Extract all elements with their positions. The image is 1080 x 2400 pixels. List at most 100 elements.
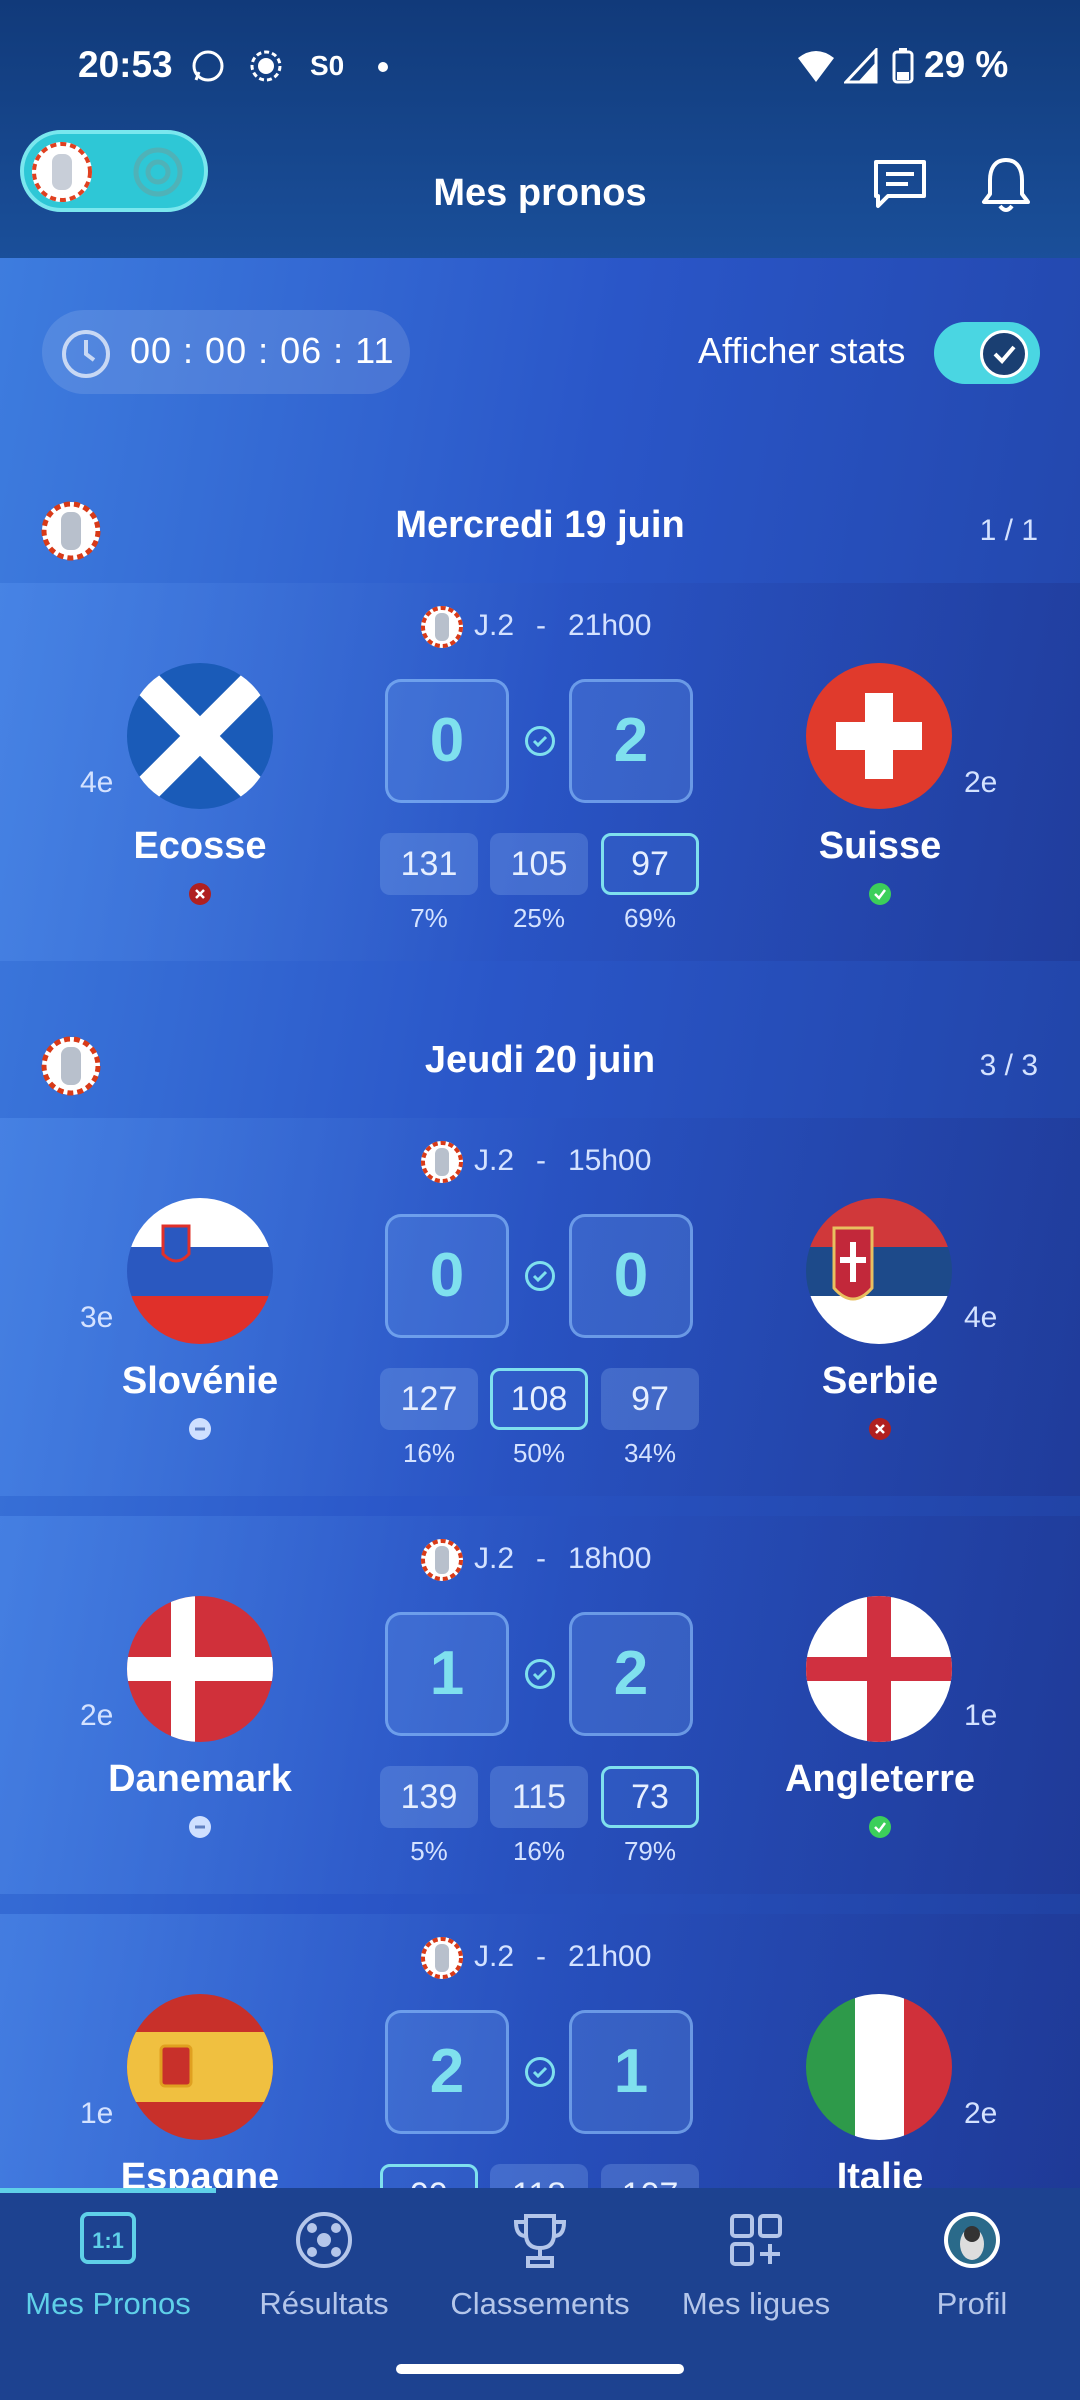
trophy-icon bbox=[513, 2214, 567, 2268]
match-round: J.2 bbox=[474, 1542, 515, 1575]
euro-trophy-icon bbox=[420, 605, 464, 649]
nav-label: Profil bbox=[936, 2286, 1008, 2321]
nav-classements[interactable] bbox=[432, 2210, 648, 2275]
away-score-input[interactable]: 0 bbox=[569, 1214, 693, 1338]
toggle-check-icon bbox=[980, 330, 1028, 378]
away-rank: 2e bbox=[964, 766, 998, 799]
nav-label: Mes Pronos bbox=[25, 2286, 191, 2321]
so-notification: S0 bbox=[310, 50, 345, 81]
prono-saved-icon bbox=[525, 726, 555, 756]
nav-mes-ligues[interactable] bbox=[648, 2210, 864, 2275]
odd-box[interactable]: 97 bbox=[601, 833, 699, 895]
match-time: 21h00 bbox=[568, 609, 652, 642]
home-team-name: Ecosse bbox=[133, 825, 267, 867]
battery-percent: 29 % bbox=[924, 44, 1009, 85]
chat-icon[interactable] bbox=[872, 156, 928, 217]
cell-signal-icon bbox=[842, 46, 880, 84]
away-rank: 1e bbox=[964, 1699, 998, 1732]
odd-percent: 34% bbox=[623, 1438, 677, 1468]
match-time: 15h00 bbox=[568, 1144, 652, 1177]
nav-mes-pronos[interactable]: 1:1 bbox=[0, 2210, 216, 2271]
away-flag bbox=[806, 1994, 952, 2140]
home-flag bbox=[127, 1596, 273, 1742]
away-team-name: Angleterre bbox=[784, 1758, 976, 1800]
wifi-icon bbox=[796, 48, 834, 84]
day-header: Mercredi 19 juin 1 / 1 bbox=[0, 490, 1080, 572]
home-score-input[interactable]: 0 bbox=[385, 1214, 509, 1338]
home-indicator[interactable] bbox=[396, 2364, 684, 2374]
timer-value: 00 : 00 : 06 : 11 bbox=[130, 330, 395, 371]
away-flag bbox=[806, 663, 952, 809]
grid-plus-icon bbox=[730, 2214, 782, 2266]
home-rank: 3e bbox=[80, 1301, 114, 1334]
day-title: Jeudi 20 juin bbox=[424, 1039, 656, 1081]
match-separator: - bbox=[536, 609, 546, 642]
euro-trophy-icon bbox=[420, 1936, 464, 1980]
day-count: 1 / 1 bbox=[979, 514, 1038, 547]
odd-box[interactable]: 115 bbox=[490, 1766, 588, 1828]
home-flag bbox=[127, 1994, 273, 2140]
home-team-name: Slovénie bbox=[121, 1360, 279, 1402]
odd-box[interactable]: 73 bbox=[601, 1766, 699, 1828]
odd-percent: 79% bbox=[623, 1836, 677, 1866]
day-count: 3 / 3 bbox=[979, 1049, 1038, 1082]
bell-icon[interactable] bbox=[980, 156, 1032, 219]
odd-box[interactable]: 139 bbox=[380, 1766, 478, 1828]
odd-box[interactable]: 108 bbox=[490, 1368, 588, 1430]
battery-icon bbox=[892, 48, 928, 84]
avatar-icon bbox=[944, 2212, 1000, 2268]
day-title: Mercredi 19 juin bbox=[395, 504, 685, 546]
home-flag bbox=[127, 663, 273, 809]
home-flag bbox=[127, 1198, 273, 1344]
match-separator: - bbox=[536, 1940, 546, 1973]
day-header: Jeudi 20 juin 3 / 3 bbox=[0, 1025, 1080, 1107]
active-tab-indicator bbox=[0, 2188, 216, 2193]
away-rank: 4e bbox=[964, 1301, 998, 1334]
euro-trophy-icon bbox=[420, 1140, 464, 1184]
odd-percent: 25% bbox=[512, 903, 566, 933]
soccer-ball-icon bbox=[296, 2212, 352, 2268]
nav-profil[interactable] bbox=[864, 2210, 1080, 2275]
away-score-input[interactable]: 2 bbox=[569, 1612, 693, 1736]
signal-app-icon bbox=[248, 48, 284, 84]
odd-percent: 16% bbox=[512, 1836, 566, 1866]
clock-icon bbox=[60, 328, 112, 385]
svg-text:1:1: 1:1 bbox=[92, 2228, 124, 2253]
away-score-input[interactable]: 1 bbox=[569, 2010, 693, 2134]
match-time: 18h00 bbox=[568, 1542, 652, 1575]
away-rank: 2e bbox=[964, 2097, 998, 2130]
away-score-input[interactable]: 2 bbox=[569, 679, 693, 803]
prono-saved-icon bbox=[525, 2057, 555, 2087]
odd-box[interactable]: 127 bbox=[380, 1368, 478, 1430]
away-team-name: Serbie bbox=[821, 1360, 939, 1402]
home-rank: 2e bbox=[80, 1699, 114, 1732]
home-result-icon bbox=[189, 1816, 211, 1838]
match-time: 21h00 bbox=[568, 1940, 652, 1973]
nav-resultats[interactable] bbox=[216, 2210, 432, 2275]
odd-percent: 16% bbox=[402, 1438, 456, 1468]
home-score-input[interactable]: 2 bbox=[385, 2010, 509, 2134]
app-header bbox=[0, 0, 1080, 258]
home-result-icon bbox=[189, 883, 211, 905]
match-round: J.2 bbox=[474, 609, 515, 642]
home-rank: 1e bbox=[80, 2097, 114, 2130]
odd-box[interactable]: 131 bbox=[380, 833, 478, 895]
home-rank: 4e bbox=[80, 766, 114, 799]
match-round: J.2 bbox=[474, 1144, 515, 1177]
match-separator: - bbox=[536, 1144, 546, 1177]
home-score-input[interactable]: 0 bbox=[385, 679, 509, 803]
match-separator: - bbox=[536, 1542, 546, 1575]
away-result-icon bbox=[869, 1418, 891, 1440]
home-result-icon bbox=[189, 1418, 211, 1440]
euro-trophy-icon bbox=[420, 1538, 464, 1582]
prono-saved-icon bbox=[525, 1659, 555, 1689]
nav-label: Résultats bbox=[259, 2286, 389, 2321]
odd-percent: 7% bbox=[410, 903, 448, 933]
odd-percent: 5% bbox=[410, 1836, 448, 1866]
odd-box[interactable]: 97 bbox=[601, 1368, 699, 1430]
home-team-name: Danemark bbox=[108, 1758, 292, 1800]
away-flag bbox=[806, 1198, 952, 1344]
odd-box[interactable]: 105 bbox=[490, 833, 588, 895]
more-notifications-dot bbox=[378, 62, 388, 72]
home-score-input[interactable]: 1 bbox=[385, 1612, 509, 1736]
